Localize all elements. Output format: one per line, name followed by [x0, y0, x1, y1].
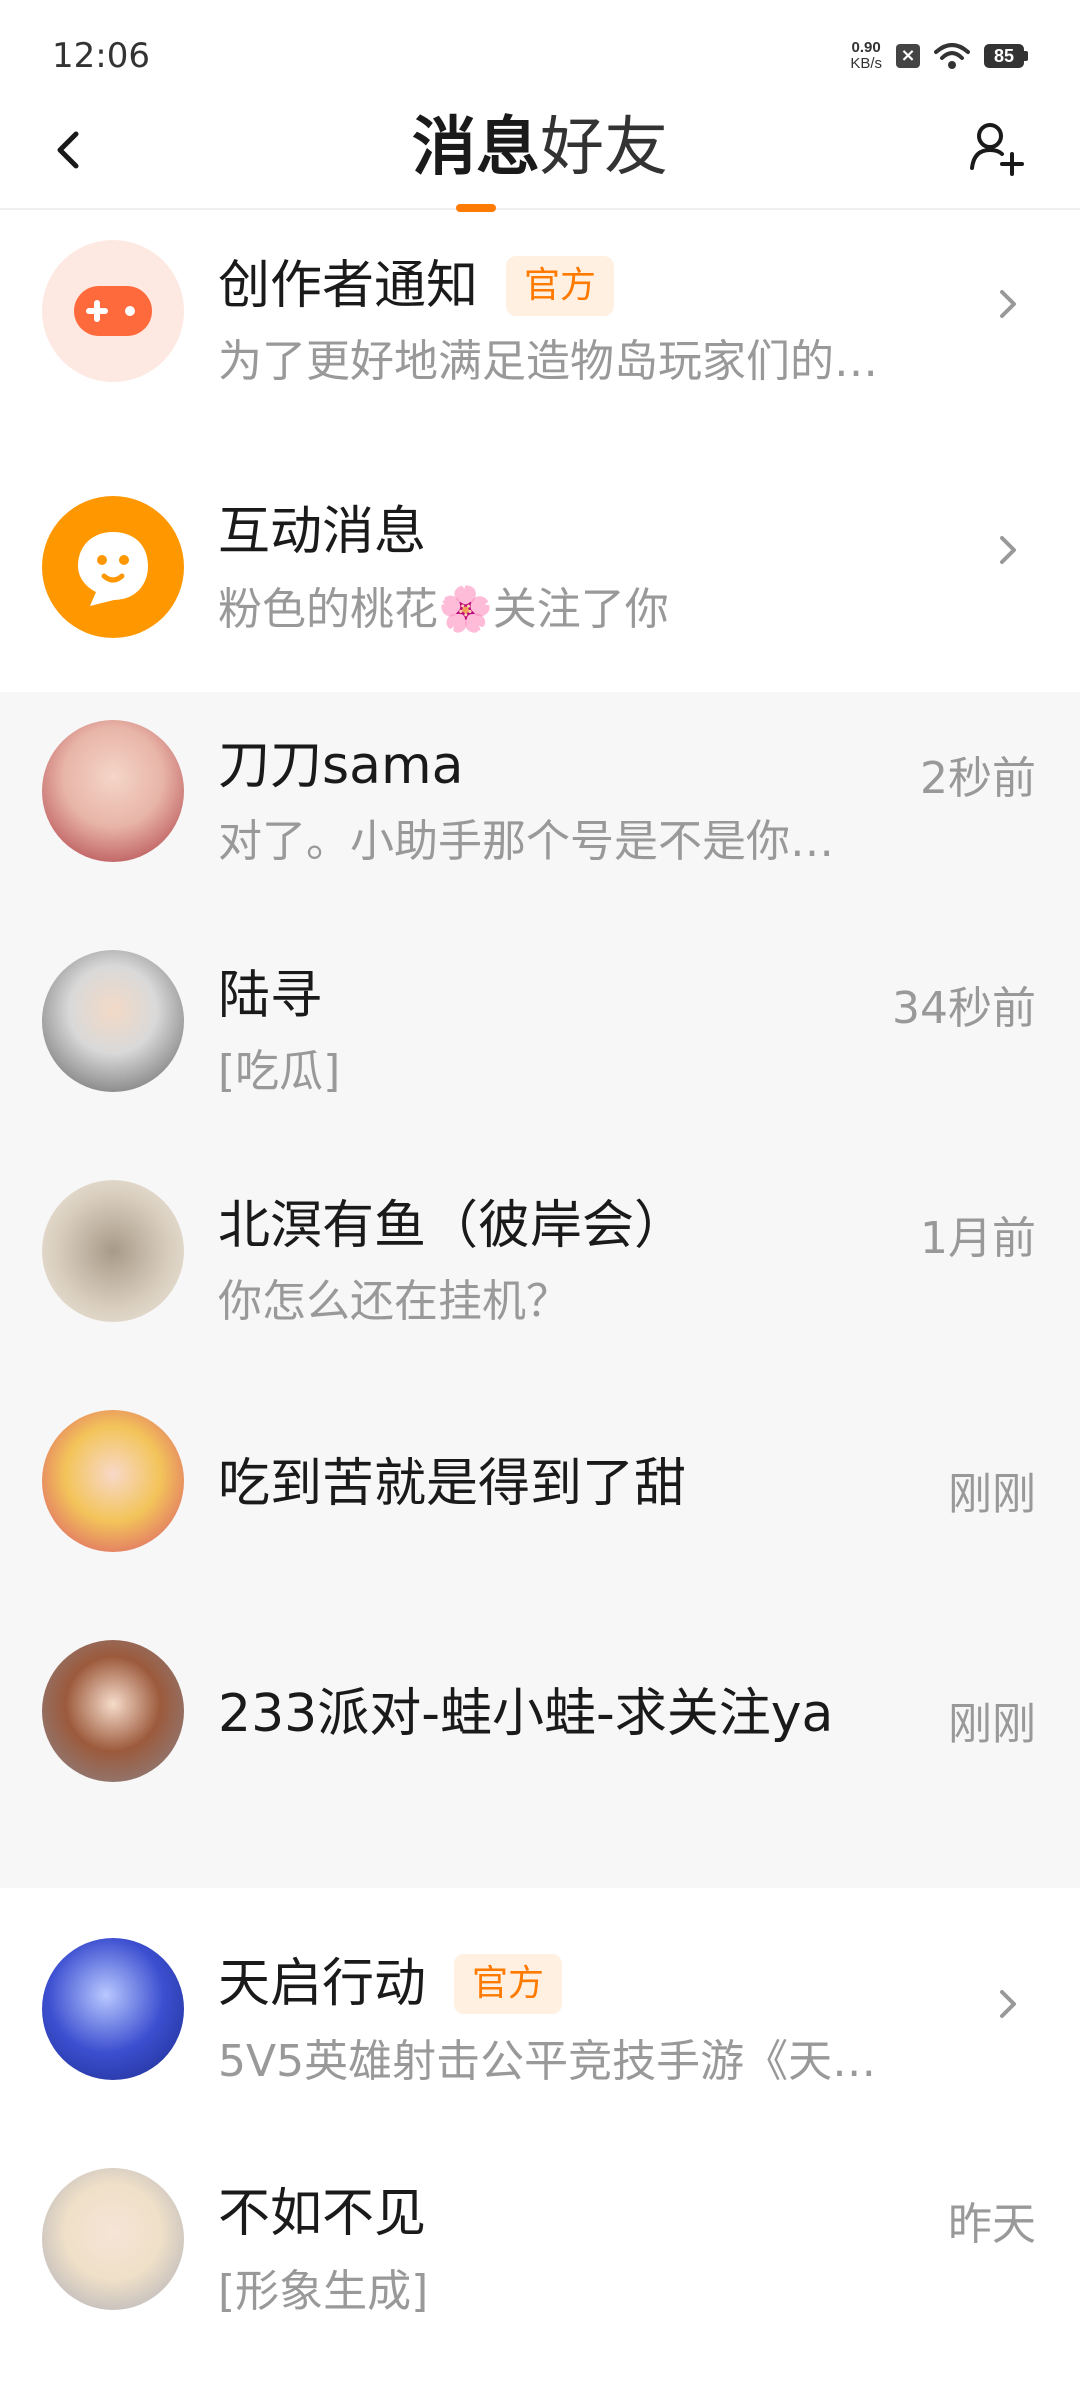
tab-bar: 消息 好友 — [0, 108, 1080, 212]
contact-name: 233派对-蛙小蛙-求关注ya — [218, 1684, 834, 1744]
avatar — [42, 1410, 184, 1552]
conversation-list: 创作者通知 官方 为了更好地满足造物岛玩家们的… 互动消息 粉色的桃花🌸关注了你 — [0, 212, 1080, 2348]
contact-name: 创作者通知 — [218, 256, 479, 316]
message-time: 刚刚 — [948, 1699, 1036, 1750]
title-line: 互动消息 — [218, 500, 426, 564]
contact-name: 陆寻 — [218, 966, 323, 1026]
chat-bubble-icon — [78, 532, 148, 606]
contact-name: 北溟有鱼（彼岸会） — [218, 1196, 687, 1256]
avatar — [42, 720, 184, 862]
message-preview: [形象生成] — [218, 2266, 429, 2317]
title-line: 天启行动 官方 — [218, 1952, 563, 2016]
notification-x-icon: × — [896, 44, 920, 68]
tab-messages-label: 消息 — [412, 111, 540, 185]
network-speed: 0.90 KB/s — [850, 40, 882, 72]
title-line: 创作者通知 官方 — [218, 254, 615, 318]
official-badge: 官方 — [506, 256, 615, 316]
network-speed-unit: KB/s — [850, 55, 882, 72]
list-item-chat[interactable]: 陆寻 34秒前 [吃瓜] — [0, 922, 1080, 1152]
avatar — [42, 2168, 184, 2310]
tab-friends[interactable]: 好友 — [540, 108, 668, 188]
active-tab-indicator — [456, 204, 496, 212]
avatar — [42, 496, 184, 638]
list-item-official-account[interactable]: 天启行动 官方 5V5英雄射击公平竞技手游《天… — [0, 1888, 1080, 2118]
status-icons: 0.90 KB/s × 85 — [850, 40, 1028, 72]
avatar — [42, 1180, 184, 1322]
tab-friends-label: 好友 — [540, 111, 668, 185]
list-item-chat[interactable]: 吃到苦就是得到了甜 刚刚 — [0, 1382, 1080, 1612]
message-time: 34秒前 — [892, 983, 1036, 1034]
list-item-chat[interactable]: 刀刀sama 2秒前 对了。小助手那个号是不是你… — [0, 692, 1080, 922]
contact-name: 刀刀sama — [218, 736, 464, 796]
avatar — [42, 240, 184, 382]
avatar — [42, 950, 184, 1092]
gamepad-icon — [74, 286, 152, 336]
chevron-right-icon — [1000, 1990, 1016, 2018]
message-preview: 为了更好地满足造物岛玩家们的… — [218, 336, 878, 387]
message-time: 2秒前 — [920, 753, 1036, 804]
contact-name: 吃到苦就是得到了甜 — [218, 1454, 687, 1514]
official-badge: 官方 — [454, 1954, 563, 2014]
network-speed-value: 0.90 — [851, 39, 881, 56]
message-preview: 5V5英雄射击公平竞技手游《天… — [218, 2036, 877, 2087]
avatar — [42, 1938, 184, 2080]
status-time: 12:06 — [52, 36, 150, 76]
tab-messages[interactable]: 消息 — [412, 108, 540, 212]
chevron-right-icon — [1000, 290, 1016, 318]
message-preview: 你怎么还在挂机？ — [218, 1276, 570, 1327]
list-item-interaction-messages[interactable]: 互动消息 粉色的桃花🌸关注了你 — [0, 466, 1080, 692]
list-item-creator-notice[interactable]: 创作者通知 官方 为了更好地满足造物岛玩家们的… — [0, 212, 1080, 466]
top-nav: 消息 好友 — [0, 100, 1080, 212]
contact-name: 不如不见 — [218, 2184, 427, 2244]
message-time: 刚刚 — [948, 1469, 1036, 1520]
list-item-chat[interactable]: 不如不见 昨天 [形象生成] — [0, 2118, 1080, 2348]
message-preview: 粉色的桃花🌸关注了你 — [218, 584, 669, 635]
list-item-chat[interactable]: 233派对-蛙小蛙-求关注ya 刚刚 — [0, 1612, 1080, 1842]
add-friend-icon[interactable] — [964, 116, 1028, 180]
chevron-right-icon — [1000, 536, 1016, 564]
wifi-icon — [934, 43, 970, 69]
status-bar: 12:06 0.90 KB/s × 85 — [0, 0, 1080, 100]
battery-icon: 85 — [984, 44, 1028, 68]
battery-level: 85 — [984, 44, 1024, 68]
pinned-section-bottom — [0, 1842, 1080, 1888]
message-time: 昨天 — [948, 2199, 1036, 2250]
contact-name: 互动消息 — [218, 502, 427, 562]
message-preview: 对了。小助手那个号是不是你… — [218, 816, 834, 867]
contact-name: 天启行动 — [218, 1954, 427, 2014]
avatar — [42, 1640, 184, 1782]
message-preview: [吃瓜] — [218, 1046, 341, 1097]
list-item-chat[interactable]: 北溟有鱼（彼岸会） 1月前 你怎么还在挂机？ — [0, 1152, 1080, 1382]
message-time: 1月前 — [920, 1213, 1036, 1264]
